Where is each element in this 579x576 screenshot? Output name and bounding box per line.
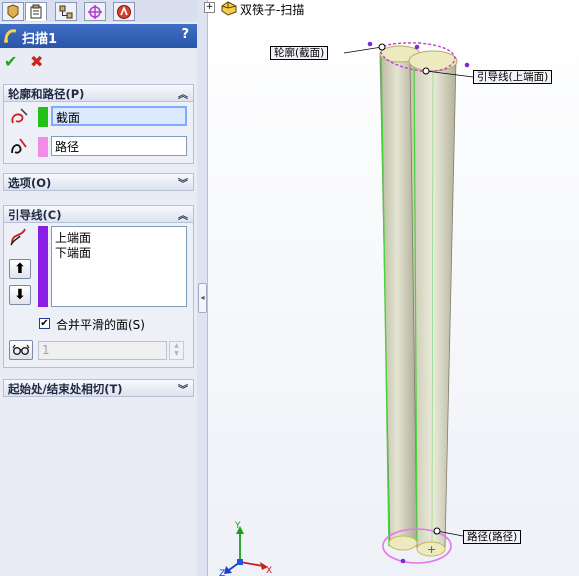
sweep-preview: + Y X Z xyxy=(219,41,474,576)
origin-marker-icon: + xyxy=(427,543,436,556)
profile-callout[interactable]: 轮廓(截面) xyxy=(270,46,329,60)
callout-leader xyxy=(343,46,383,54)
path-callout[interactable]: 路径(路径) xyxy=(463,530,522,544)
triad-z-label: Z xyxy=(219,569,225,576)
guide-curve-callout[interactable]: 引导线(上端面) xyxy=(473,70,553,84)
handle-point-icon[interactable] xyxy=(400,558,406,564)
handle-point-icon[interactable] xyxy=(414,44,420,50)
bottom-face-left xyxy=(388,535,418,551)
triad-y-label: Y xyxy=(234,521,241,531)
callout-anchor-icon xyxy=(422,67,430,75)
callout-anchor-icon xyxy=(433,527,441,535)
callout-anchor-icon xyxy=(378,43,386,51)
triad-x-label: X xyxy=(266,566,272,576)
reference-triad-icon xyxy=(224,526,268,574)
handle-point-icon[interactable] xyxy=(367,41,373,47)
handle-point-icon[interactable] xyxy=(464,62,470,68)
top-face-right xyxy=(408,50,458,72)
